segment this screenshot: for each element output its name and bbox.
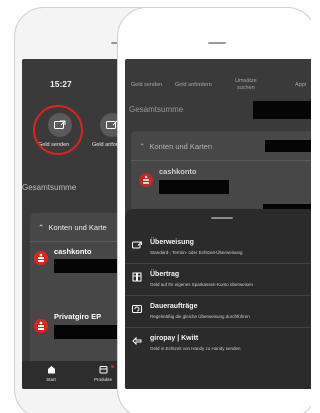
total-label: Gesamtsumme: [129, 105, 184, 114]
products-icon: [99, 366, 107, 374]
sheet-item-title: Daueraufträge: [150, 303, 198, 310]
account-name[interactable]: cashkonto: [54, 247, 92, 256]
sheet-item-internal-transfer[interactable]: Übertrag Geld auf Ihr eigenes Sparkassen…: [125, 265, 311, 294]
status-time: 15:27: [50, 79, 72, 89]
accounts-header-label: Konten und Karte: [48, 223, 107, 232]
bottom-sheet: Überweisung Standard-, Termin- oder Echt…: [125, 209, 311, 389]
divider: [125, 295, 311, 296]
sheet-item-title: giropay | Kwitt: [150, 335, 199, 342]
giropay-kwitt-icon: [132, 336, 142, 346]
divider: [125, 263, 311, 264]
sheet-item-subtitle: Geld in Echtzeit von Handy zu Handy send…: [150, 346, 241, 351]
sheet-item-subtitle: Regelmäßig die gleiche Überweisung durch…: [150, 314, 250, 319]
redacted-header-value: [265, 140, 311, 152]
request-money-label: Geld anfor: [92, 142, 118, 148]
account-name[interactable]: cashkonto: [159, 167, 197, 176]
tab-start-label: Start: [46, 377, 56, 382]
sheet-item-transfer[interactable]: Überweisung Standard-, Termin- oder Echt…: [125, 233, 311, 262]
sheet-item-title: Übertrag: [150, 271, 180, 278]
front-phone: Geld senden Geld anfordern Umsätze suche…: [117, 7, 311, 413]
redacted-balance: [159, 180, 229, 194]
front-phone-screen: Geld senden Geld anfordern Umsätze suche…: [125, 59, 311, 389]
sheet-item-subtitle: Standard-, Termin- oder Echtzeit-Überwei…: [150, 250, 243, 255]
sparkasse-logo-icon: [34, 319, 48, 333]
home-icon: [47, 366, 55, 374]
total-label: Gesamtsumme: [22, 183, 77, 192]
accounts-card: ⌃ Konten und Karten cashkonto: [131, 131, 311, 221]
sheet-item-title: Überweisung: [150, 239, 194, 246]
nav-send-money[interactable]: Geld senden: [131, 82, 162, 89]
account-name[interactable]: Privatgiro EP: [54, 312, 101, 321]
standing-order-icon: [132, 305, 142, 313]
sparkasse-logo-icon: [139, 173, 153, 187]
sparkasse-logo-icon: [34, 251, 48, 265]
phone-speaker: [208, 42, 226, 44]
accounts-header[interactable]: ⌃ Konten und Karten: [139, 142, 212, 151]
highlight-circle: [33, 105, 83, 155]
stage: 15:27 Geld senden Geld anfor Gesamtsumme: [0, 0, 311, 413]
sheet-item-standing-orders[interactable]: Daueraufträge Regelmäßig die gleiche Übe…: [125, 297, 311, 326]
nav-search-transactions[interactable]: Umsätze suchen: [235, 78, 257, 92]
internal-transfer-icon: [132, 272, 142, 282]
nav-apple[interactable]: Appl: [295, 82, 306, 89]
redacted-total: [253, 101, 311, 119]
nav-request-money[interactable]: Geld anfordern: [175, 82, 212, 89]
sheet-item-giropay-kwitt[interactable]: giropay | Kwitt Geld in Echtzeit von Han…: [125, 329, 311, 358]
transfer-icon: [132, 241, 142, 249]
sheet-item-subtitle: Geld auf Ihr eigenes Sparkassen-Konto üb…: [150, 282, 254, 287]
accounts-header-label: Konten und Karten: [149, 142, 213, 151]
tab-start[interactable]: Start: [36, 365, 66, 382]
chevron-up-icon: ⌃: [139, 142, 146, 151]
divider: [125, 327, 311, 328]
divider: [131, 160, 311, 161]
notification-dot: [111, 365, 114, 368]
sheet-drag-handle[interactable]: [211, 217, 233, 219]
tab-products-label: Produkte: [93, 377, 112, 382]
chevron-up-icon: ⌃: [38, 223, 45, 232]
accounts-header[interactable]: ⌃ Konten und Karte: [38, 223, 107, 232]
quick-actions-nav: Geld senden Geld anfordern Umsätze suche…: [125, 77, 311, 97]
